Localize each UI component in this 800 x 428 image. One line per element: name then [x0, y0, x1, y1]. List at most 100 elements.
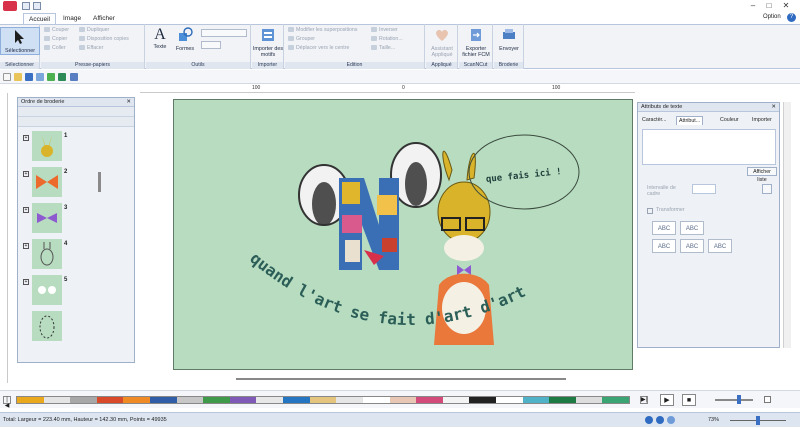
list-item[interactable]	[32, 131, 62, 161]
design-page[interactable]: que fais ici ! quand l'art se fait d'art…	[173, 99, 633, 370]
open-folder-icon[interactable]	[14, 73, 22, 81]
close-panel-icon[interactable]: ✕	[126, 98, 131, 107]
speed-slider-thumb[interactable]	[737, 395, 741, 404]
tab-attribute[interactable]: Attribut...	[676, 116, 704, 125]
list-item[interactable]	[32, 239, 62, 269]
tab-accueil[interactable]: Accueil	[23, 13, 56, 24]
send-button[interactable]: Envoyer	[494, 27, 524, 52]
duplicate-button[interactable]: Dupliquer	[79, 27, 109, 34]
minimize-icon[interactable]: –	[746, 1, 760, 11]
expand-icon[interactable]: +	[23, 171, 29, 177]
export-quick-icon[interactable]	[58, 73, 66, 81]
paste-button[interactable]: Coller	[44, 45, 66, 52]
view-mode-icon[interactable]	[645, 416, 653, 424]
panel-toolbar-1[interactable]	[18, 107, 134, 117]
right-panel-scrollbar[interactable]	[783, 102, 791, 348]
color-swatch[interactable]	[203, 397, 230, 403]
letter-n-motif[interactable]	[298, 142, 442, 270]
shapes-button[interactable]: Formes	[173, 27, 197, 52]
select-button[interactable]: Sélectionner	[0, 27, 40, 55]
tab-character[interactable]: Caractèr...	[640, 116, 668, 125]
color-swatch[interactable]	[416, 397, 443, 403]
text-style-circle[interactable]: ABC	[680, 221, 704, 235]
text-style-arc-up[interactable]: ABC	[652, 221, 676, 235]
color-swatch[interactable]	[256, 397, 284, 403]
save-icon[interactable]	[25, 73, 33, 81]
text-style-wave[interactable]: ABC	[708, 239, 732, 253]
skip-end-icon[interactable]: ▶|	[640, 396, 648, 404]
color-swatch[interactable]	[176, 397, 204, 403]
applique-wizard-button[interactable]: Assistant Appliqué	[426, 27, 458, 58]
save-as-icon[interactable]	[36, 73, 44, 81]
realistic-checkbox[interactable]	[764, 396, 771, 403]
color-swatch[interactable]	[123, 397, 151, 403]
spacing-input[interactable]	[692, 184, 716, 194]
color-swatch-strip[interactable]	[16, 396, 630, 404]
import-quick-icon[interactable]	[47, 73, 55, 81]
tab-image[interactable]: Image	[58, 13, 86, 24]
color-swatch[interactable]	[43, 397, 71, 403]
properties-icon[interactable]	[70, 73, 78, 81]
color-swatch[interactable]	[602, 397, 630, 403]
color-swatch[interactable]	[522, 397, 550, 403]
color-swatch[interactable]	[469, 397, 496, 403]
rotation-button[interactable]: Rotation...	[371, 36, 403, 43]
text-style-straight[interactable]: ABC	[652, 239, 676, 253]
color-swatch[interactable]	[495, 397, 523, 403]
color-swatch[interactable]	[17, 397, 44, 403]
color-swatch[interactable]	[70, 397, 97, 403]
color-swatch[interactable]	[150, 397, 177, 403]
copy-button[interactable]: Copier	[44, 36, 67, 43]
list-item[interactable]	[32, 167, 62, 197]
panel-toolbar-2[interactable]	[18, 117, 134, 127]
list-item[interactable]	[32, 275, 62, 305]
export-fcm-button[interactable]: Exporter fichier FCM	[459, 27, 493, 58]
color-swatch[interactable]	[575, 397, 603, 403]
color-swatch[interactable]	[229, 397, 257, 403]
play-icon[interactable]: ▶	[660, 394, 674, 406]
cut-button[interactable]: Couper	[44, 27, 69, 34]
new-file-icon[interactable]	[3, 73, 11, 81]
color-swatch[interactable]	[362, 397, 390, 403]
speed-slider[interactable]	[715, 399, 753, 401]
expand-icon[interactable]: +	[23, 279, 29, 285]
show-list-button[interactable]: Afficher liste	[747, 167, 777, 183]
move-center-button[interactable]: Déplacer vers le centre	[288, 45, 349, 52]
stop-icon[interactable]: ■	[682, 394, 696, 406]
invert-button[interactable]: Inverser	[371, 27, 398, 34]
copy-layout-button[interactable]: Disposition copies	[79, 36, 129, 43]
skip-start-icon[interactable]: |◀	[3, 396, 11, 409]
color-swatch[interactable]	[442, 397, 470, 403]
close-icon[interactable]: ✕	[779, 1, 793, 11]
quick-undo-icon[interactable]	[33, 2, 41, 10]
expand-icon[interactable]: +	[23, 135, 29, 141]
option-menu[interactable]: Option	[763, 14, 781, 20]
text-preview-box[interactable]	[642, 129, 776, 165]
color-swatch[interactable]	[283, 397, 310, 403]
tab-import[interactable]: Importer	[750, 116, 774, 125]
expand-icon[interactable]: +	[23, 243, 29, 249]
color-swatch[interactable]	[389, 397, 417, 403]
expand-icon[interactable]: +	[23, 207, 29, 213]
close-panel-icon[interactable]: ✕	[771, 103, 776, 112]
realistic-view-icon[interactable]	[656, 416, 664, 424]
maximize-icon[interactable]: □	[762, 1, 776, 11]
canvas-hscrollbar[interactable]	[236, 378, 566, 380]
transform-checkbox[interactable]	[647, 208, 653, 214]
lock-icon[interactable]	[762, 184, 772, 194]
text-button[interactable]: A Texte	[149, 27, 171, 51]
color-swatch[interactable]	[309, 397, 337, 403]
import-button[interactable]: Importer des motifs	[252, 27, 284, 58]
speech-bubble[interactable]: que fais ici !	[468, 134, 580, 210]
color-swatch[interactable]	[336, 397, 363, 403]
tab-afficher[interactable]: Afficher	[88, 13, 120, 24]
zoom-slider-thumb[interactable]	[756, 416, 760, 425]
list-item[interactable]	[32, 311, 62, 341]
edit-overlaps-button[interactable]: Modifier les superpositions	[288, 27, 357, 34]
quick-save-icon[interactable]	[22, 2, 30, 10]
help-icon[interactable]: ?	[787, 13, 796, 22]
list-item[interactable]	[32, 203, 62, 233]
app-icon[interactable]	[3, 1, 17, 11]
color-swatch[interactable]	[549, 397, 576, 403]
list-scrollbar-thumb[interactable]	[98, 172, 101, 192]
